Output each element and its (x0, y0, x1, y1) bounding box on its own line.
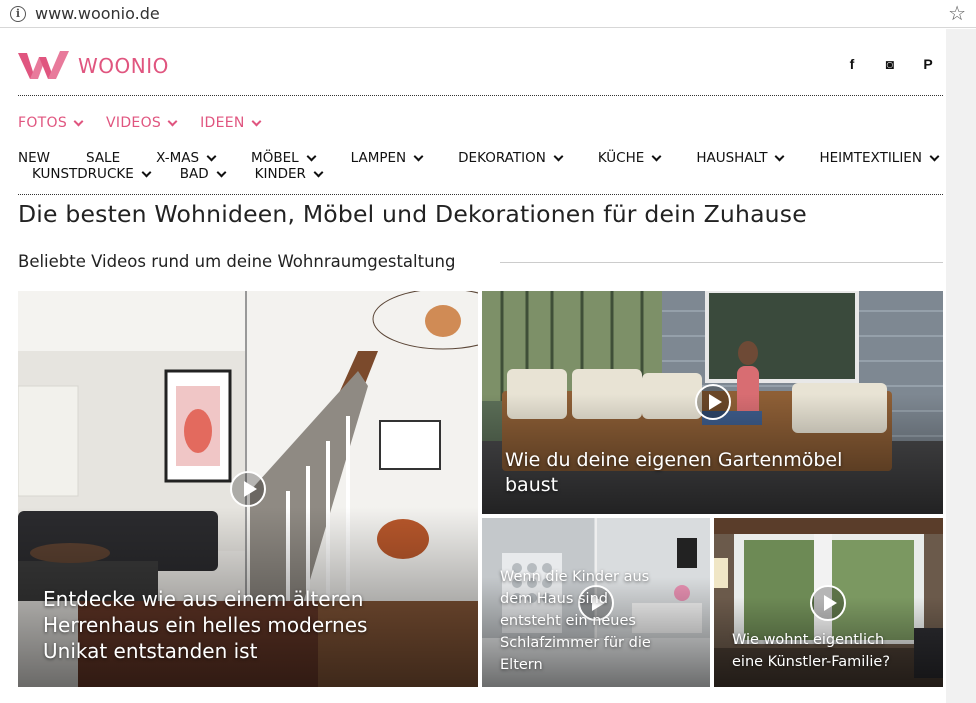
category-haushalt[interactable]: HAUSHALT (696, 150, 785, 166)
header-divider (18, 95, 943, 96)
chevron-down-icon (413, 151, 424, 161)
category-nav: NEW SALE X-MAS MÖBEL LAMPEN DEKORATION K… (18, 150, 940, 182)
logo[interactable]: WOONIO (18, 50, 169, 82)
category-kueche[interactable]: KÜCHE (598, 150, 662, 166)
instagram-icon[interactable]: ◙ (882, 56, 898, 72)
category-kunstdrucke[interactable]: KUNSTDRUCKE (32, 166, 152, 182)
chevron-down-icon (206, 151, 217, 161)
play-icon[interactable] (810, 585, 846, 621)
chevron-down-icon (929, 151, 940, 161)
category-heimtextilien[interactable]: HEIMTEXTILIEN (819, 150, 940, 166)
category-sale[interactable]: SALE (86, 150, 120, 166)
section-title: Beliebte Videos rund um deine Wohnraumge… (18, 252, 456, 271)
play-icon[interactable] (230, 471, 266, 507)
nav-videos[interactable]: VIDEOS (106, 115, 178, 131)
star-icon[interactable]: ☆ (948, 1, 966, 26)
category-bad[interactable]: BAD (180, 166, 227, 182)
pinterest-icon[interactable]: P (920, 56, 936, 72)
primary-nav: FOTOS VIDEOS IDEEN (18, 115, 262, 131)
chevron-down-icon (216, 167, 227, 177)
chevron-down-icon (651, 151, 662, 161)
category-lampen[interactable]: LAMPEN (351, 150, 424, 166)
logo-text: WOONIO (78, 54, 169, 78)
video-caption: Wenn die Kinder aus dem Haus sind entste… (500, 569, 651, 673)
page-title: Die besten Wohnideen, Möbel und Dekorati… (18, 200, 807, 228)
scroll-gutter (946, 29, 976, 703)
nav-ideen[interactable]: IDEEN (200, 115, 262, 131)
video-caption: Entdecke wie aus einem älteren Herrenhau… (43, 587, 368, 663)
url-text[interactable]: www.woonio.de (35, 4, 160, 23)
chevron-down-icon (251, 116, 262, 126)
video-tile-herrenhaus[interactable]: Entdecke wie aus einem älteren Herrenhau… (18, 291, 478, 687)
video-caption: Wie du deine eigenen Gartenmöbel baust (505, 449, 843, 496)
info-icon[interactable]: i (10, 6, 26, 22)
chevron-down-icon (306, 151, 317, 161)
nav-divider (18, 194, 943, 195)
browser-address-bar[interactable]: i www.woonio.de ☆ (0, 0, 976, 28)
category-kinder[interactable]: KINDER (255, 166, 324, 182)
chevron-down-icon (775, 151, 785, 161)
chevron-down-icon (167, 116, 178, 126)
nav-fotos[interactable]: FOTOS (18, 115, 84, 131)
video-tile-gartenmoebel[interactable]: Wie du deine eigenen Gartenmöbel baust (482, 291, 943, 514)
chevron-down-icon (553, 151, 564, 161)
social-links: f ◙ P (844, 56, 936, 72)
video-tile-kuenstler-familie[interactable]: Wie wohnt eigentlich eine Künstler-Famil… (714, 518, 943, 687)
category-new[interactable]: NEW (18, 150, 50, 166)
chevron-down-icon (73, 116, 84, 126)
chevron-down-icon (313, 167, 324, 177)
category-x-mas[interactable]: X-MAS (156, 150, 217, 166)
chevron-down-icon (141, 167, 152, 177)
video-tile-schlafzimmer[interactable]: Wenn die Kinder aus dem Haus sind entste… (482, 518, 710, 687)
category-moebel[interactable]: MÖBEL (251, 150, 317, 166)
facebook-icon[interactable]: f (844, 56, 860, 72)
play-icon[interactable] (695, 384, 731, 420)
video-caption: Wie wohnt eigentlich eine Künstler-Famil… (732, 632, 891, 670)
logo-mark-icon (18, 51, 69, 79)
section-divider (500, 262, 943, 263)
category-dekoration[interactable]: DEKORATION (458, 150, 564, 166)
